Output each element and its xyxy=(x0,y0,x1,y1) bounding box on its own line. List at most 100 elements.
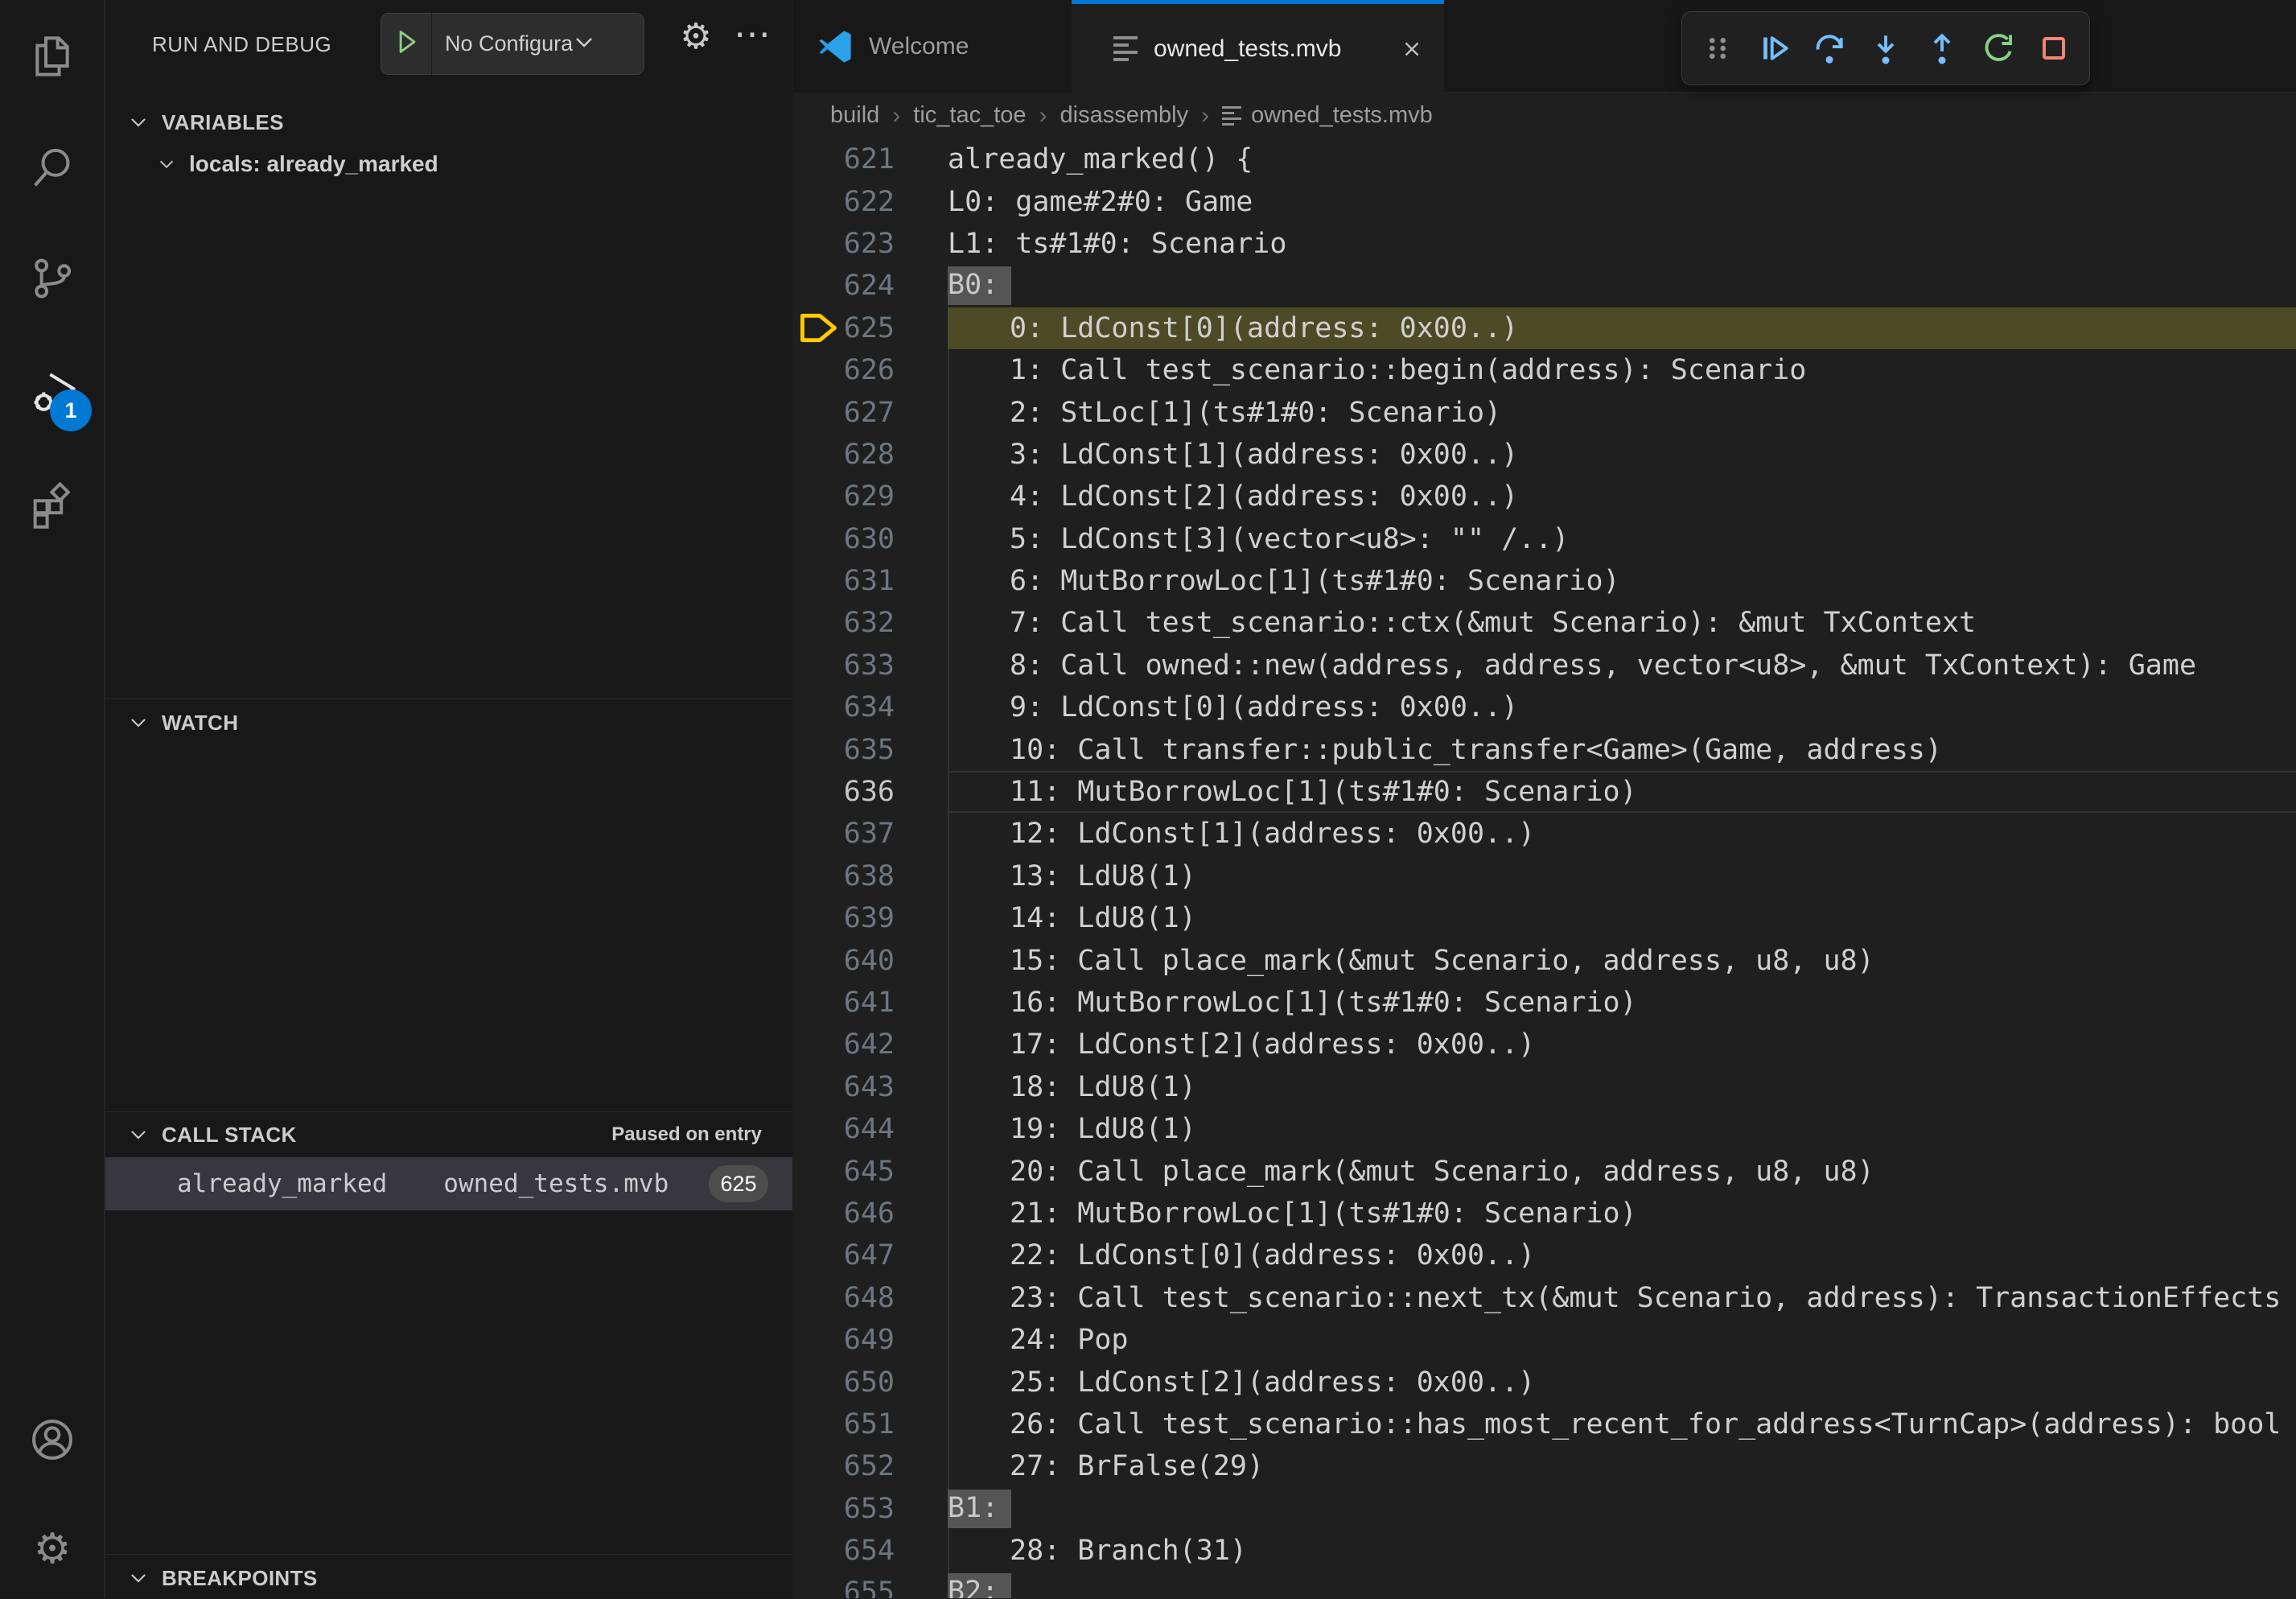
gutter[interactable]: 648 xyxy=(793,1277,948,1319)
gutter[interactable]: 649 xyxy=(793,1319,948,1361)
line-number[interactable]: 655 xyxy=(793,1576,895,1598)
code-line[interactable]: 6305: LdConst[3](vector<u8>: "" /..) xyxy=(793,518,2296,560)
gutter[interactable]: 623 xyxy=(793,223,948,265)
line-number[interactable]: 634 xyxy=(793,691,895,723)
code-editor[interactable]: 621already_marked() { 622 L0: game#2#0: Ga… xyxy=(793,138,2296,1598)
gutter[interactable]: 624 xyxy=(793,265,948,307)
continue-icon[interactable] xyxy=(1753,27,1795,69)
gutter[interactable]: 645 xyxy=(793,1150,948,1192)
tab-welcome[interactable]: Welcome xyxy=(793,0,1072,93)
code-text[interactable]: 15: Call place_mark(&mut Scenario, addre… xyxy=(948,939,2296,981)
code-line[interactable]: 63813: LdU8(1) xyxy=(793,855,2296,897)
line-number[interactable]: 650 xyxy=(793,1366,895,1399)
code-line[interactable]: 6294: LdConst[2](address: 0x00..) xyxy=(793,476,2296,517)
breadcrumb-item[interactable]: owned_tests.mvb xyxy=(1251,102,1433,129)
extensions-icon[interactable] xyxy=(27,478,78,530)
code-text[interactable]: 19: LdU8(1) xyxy=(948,1108,2296,1150)
line-number[interactable]: 623 xyxy=(793,228,895,260)
step-out-icon[interactable] xyxy=(1921,27,1963,69)
line-number[interactable]: 638 xyxy=(793,860,895,892)
line-number[interactable]: 654 xyxy=(793,1535,895,1567)
gutter[interactable]: 651 xyxy=(793,1403,948,1445)
source-control-icon[interactable] xyxy=(27,253,78,304)
gutter[interactable]: 640 xyxy=(793,939,948,981)
line-number[interactable]: 633 xyxy=(793,649,895,682)
gutter[interactable]: 636 xyxy=(793,771,948,813)
line-number[interactable]: 640 xyxy=(793,945,895,977)
code-text[interactable]: 26: Call test_scenario::has_most_recent_… xyxy=(948,1403,2296,1445)
code-text[interactable]: 11: MutBorrowLoc[1](ts#1#0: Scenario) xyxy=(948,771,2296,813)
gutter[interactable]: 639 xyxy=(793,897,948,939)
tab-owned-tests[interactable]: owned_tests.mvb xyxy=(1072,0,1444,93)
line-number[interactable]: 644 xyxy=(793,1113,895,1145)
debug-config-button[interactable]: No Configura xyxy=(381,13,644,75)
variables-section-header[interactable]: VARIABLES xyxy=(105,101,792,143)
code-line[interactable]: 653B1: xyxy=(793,1488,2296,1530)
code-text[interactable]: 3: LdConst[1](address: 0x00..) xyxy=(948,434,2296,476)
code-text[interactable]: already_marked() { xyxy=(948,138,2296,180)
code-line[interactable]: 654 28: Branch(31) xyxy=(793,1530,2296,1572)
code-text[interactable]: 8: Call owned::new(address, address, vec… xyxy=(948,645,2296,686)
code-line[interactable]: 6349: LdConst[0](address: 0x00..) xyxy=(793,686,2296,728)
code-text[interactable]: 10: Call transfer::public_transfer<Game>… xyxy=(948,728,2296,770)
code-text[interactable]: 28: Branch(31) xyxy=(948,1530,2296,1572)
code-line[interactable]: 64621: MutBorrowLoc[1](ts#1#0: Scenario) xyxy=(793,1193,2296,1234)
gutter[interactable]: 626 xyxy=(793,349,948,391)
code-text[interactable]: 7: Call test_scenario::ctx(&mut Scenario… xyxy=(948,602,2296,644)
line-number[interactable]: 648 xyxy=(793,1282,895,1314)
line-number[interactable]: 646 xyxy=(793,1197,895,1230)
line-number[interactable]: 636 xyxy=(793,776,895,808)
line-number[interactable]: 635 xyxy=(793,734,895,766)
code-line[interactable]: 65227: BrFalse(29) xyxy=(793,1445,2296,1487)
code-text[interactable]: 6: MutBorrowLoc[1](ts#1#0: Scenario) xyxy=(948,560,2296,602)
code-text[interactable]: 4: LdConst[2](address: 0x00..) xyxy=(948,476,2296,517)
breakpoints-section-header[interactable]: BREAKPOINTS xyxy=(105,1557,792,1599)
code-text[interactable]: 0: LdConst[0](address: 0x00..) xyxy=(948,307,2296,349)
code-line[interactable]: 628 3: LdConst[1](address: 0x00..) xyxy=(793,434,2296,476)
code-line[interactable]: 63712: LdConst[1](address: 0x00..) xyxy=(793,813,2296,855)
code-line[interactable]: 6261: Call test_scenario::begin(address)… xyxy=(793,349,2296,391)
code-line[interactable]: 644 19: LdU8(1) xyxy=(793,1108,2296,1150)
gutter[interactable]: 627 xyxy=(793,391,948,433)
line-number[interactable]: 631 xyxy=(793,565,895,597)
code-text[interactable]: 20: Call place_mark(&mut Scenario, addre… xyxy=(948,1150,2296,1192)
gutter[interactable]: 628 xyxy=(793,434,948,476)
gutter[interactable]: 629 xyxy=(793,476,948,517)
line-number[interactable]: 632 xyxy=(793,607,895,639)
gutter[interactable]: 650 xyxy=(793,1361,948,1403)
code-line[interactable]: 64520: Call place_mark(&mut Scenario, ad… xyxy=(793,1150,2296,1192)
restart-icon[interactable] xyxy=(1977,27,2019,69)
stop-icon[interactable] xyxy=(2033,27,2075,69)
gutter[interactable]: 631 xyxy=(793,560,948,602)
code-text[interactable]: 16: MutBorrowLoc[1](ts#1#0: Scenario) xyxy=(948,982,2296,1024)
line-number[interactable]: 622 xyxy=(793,186,895,218)
code-line[interactable]: 64318: LdU8(1) xyxy=(793,1066,2296,1108)
code-line[interactable]: 636 11: MutBorrowLoc[1](ts#1#0: Scenario) xyxy=(793,771,2296,813)
code-text[interactable]: 14: LdU8(1) xyxy=(948,897,2296,939)
line-number[interactable]: 624 xyxy=(793,270,895,302)
code-line[interactable]: 6272: StLoc[1](ts#1#0: Scenario) xyxy=(793,391,2296,433)
code-text[interactable]: 25: LdConst[2](address: 0x00..) xyxy=(948,1361,2296,1403)
code-line[interactable]: 621already_marked() { xyxy=(793,138,2296,180)
gutter[interactable]: 646 xyxy=(793,1193,948,1234)
code-line[interactable]: 650 25: LdConst[2](address: 0x00..) xyxy=(793,1361,2296,1403)
watch-section-header[interactable]: WATCH xyxy=(105,702,792,744)
code-text[interactable]: B2: xyxy=(948,1572,2296,1598)
gutter[interactable]: 633 xyxy=(793,645,948,686)
code-line[interactable]: 64116: MutBorrowLoc[1](ts#1#0: Scenario) xyxy=(793,982,2296,1024)
start-debug-icon[interactable] xyxy=(393,27,422,60)
code-text[interactable]: L1: ts#1#0: Scenario xyxy=(948,223,2296,265)
line-number[interactable]: 628 xyxy=(793,439,895,471)
debug-settings-gear-icon[interactable]: ⚙ xyxy=(670,11,722,63)
code-text[interactable]: L0: game#2#0: Game xyxy=(948,180,2296,222)
code-line[interactable]: 624B0: xyxy=(793,265,2296,307)
gutter[interactable]: 641 xyxy=(793,982,948,1024)
code-text[interactable]: 23: Call test_scenario::next_tx(&mut Sce… xyxy=(948,1277,2296,1319)
gutter[interactable]: 652 xyxy=(793,1445,948,1487)
code-text[interactable]: 1: Call test_scenario::begin(address): S… xyxy=(948,349,2296,391)
code-line[interactable]: 622 L0: game#2#0: Game xyxy=(793,180,2296,222)
line-number[interactable]: 647 xyxy=(793,1239,895,1271)
code-text[interactable]: 17: LdConst[2](address: 0x00..) xyxy=(948,1024,2296,1065)
explorer-icon[interactable] xyxy=(27,31,78,82)
gutter[interactable]: 630 xyxy=(793,518,948,560)
